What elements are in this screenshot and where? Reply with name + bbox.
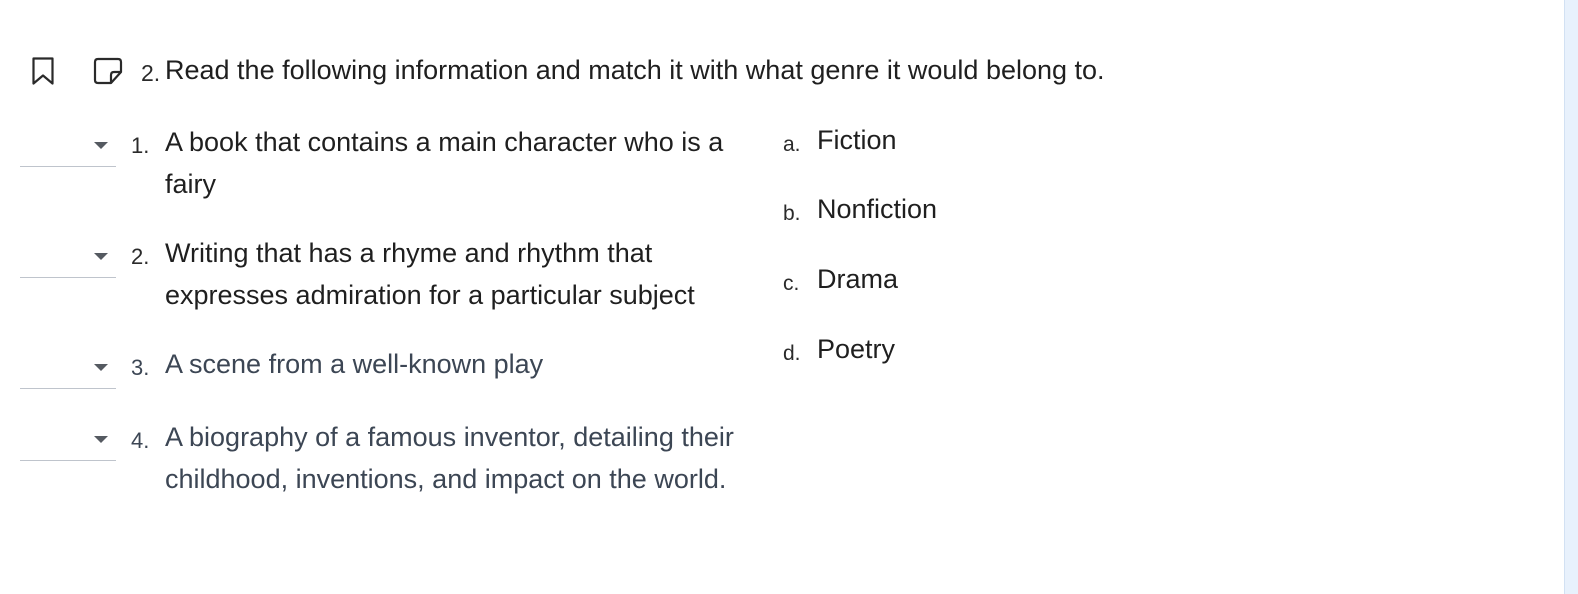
question-prompt: Read the following information and match… <box>165 55 1105 85</box>
option-text-a: Fiction <box>817 125 897 155</box>
answer-dropdown-3[interactable] <box>20 348 116 389</box>
scrollbar[interactable] <box>1564 0 1578 594</box>
chevron-down-icon <box>94 253 108 260</box>
item-text-4: A biography of a famous inventor, detail… <box>165 422 734 494</box>
answer-dropdown-1[interactable] <box>20 126 116 167</box>
item-number-1: 1. <box>131 133 150 158</box>
item-number-4: 4. <box>131 428 150 453</box>
item-number-3: 3. <box>131 355 150 380</box>
question-number: 2. <box>141 60 161 86</box>
option-letter-a: a. <box>783 133 801 156</box>
item-text-3: A scene from a well-known play <box>165 349 544 379</box>
option-text-b: Nonfiction <box>817 194 938 224</box>
note-icon[interactable] <box>93 57 123 85</box>
option-letter-d: d. <box>783 342 801 365</box>
answer-dropdown-2[interactable] <box>20 237 116 278</box>
chevron-down-icon <box>94 142 108 149</box>
option-letter-c: c. <box>783 272 800 295</box>
option-text-d: Poetry <box>817 334 896 364</box>
option-text-c: Drama <box>817 264 899 294</box>
item-text-2: Writing that has a rhyme and rhythm that… <box>165 238 695 310</box>
item-number-2: 2. <box>131 244 150 269</box>
bookmark-icon[interactable] <box>31 56 55 86</box>
option-letter-b: b. <box>783 202 801 225</box>
chevron-down-icon <box>94 436 108 443</box>
answer-dropdown-4[interactable] <box>20 420 116 461</box>
chevron-down-icon <box>94 364 108 371</box>
item-text-1: A book that contains a main character wh… <box>165 127 724 199</box>
